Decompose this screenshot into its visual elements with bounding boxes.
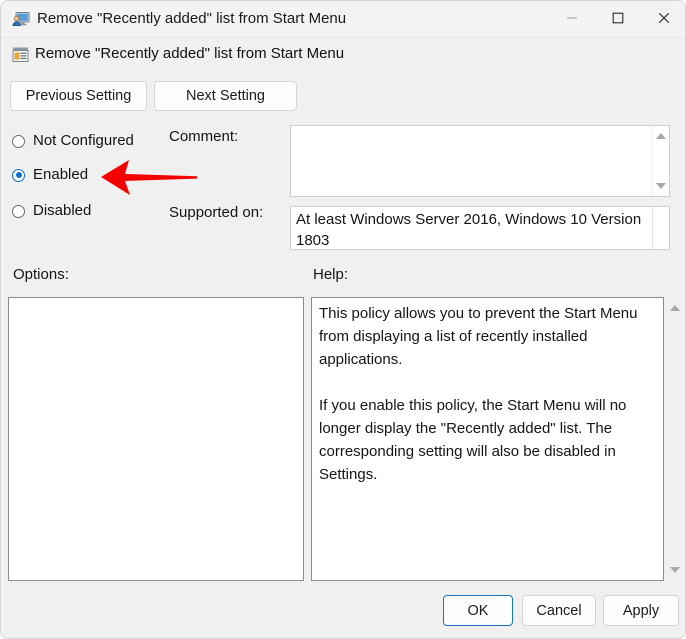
radio-mark-selected-icon <box>12 168 25 182</box>
supported-on-value: At least Windows Server 2016, Windows 10… <box>296 211 642 249</box>
radio-mark-icon <box>12 204 25 218</box>
window-title: Remove "Recently added" list from Start … <box>37 10 347 27</box>
radio-not-configured[interactable]: Not Configured <box>12 130 134 152</box>
supported-on-label: Supported on: <box>169 204 264 221</box>
previous-setting-button[interactable]: Previous Setting <box>10 81 147 111</box>
scroll-up-arrow-icon[interactable] <box>669 305 680 311</box>
scroll-up-arrow-icon[interactable] <box>655 133 666 139</box>
apply-button[interactable]: Apply <box>603 595 679 626</box>
comment-textarea[interactable] <box>290 125 670 197</box>
title-bar: Remove "Recently added" list from Start … <box>1 1 685 38</box>
radio-enabled[interactable]: Enabled <box>12 164 88 186</box>
supported-on-scrollbar[interactable] <box>652 207 669 249</box>
help-scrollbar[interactable] <box>666 297 683 581</box>
options-label: Options: <box>13 266 69 283</box>
radio-label-not-configured: Not Configured <box>33 132 134 149</box>
maximize-icon[interactable] <box>595 1 641 35</box>
supported-on-textbox: At least Windows Server 2016, Windows 10… <box>290 206 670 250</box>
radio-mark-icon <box>12 134 25 148</box>
next-setting-button[interactable]: Next Setting <box>154 81 297 111</box>
help-label: Help: <box>313 266 349 283</box>
help-text: This policy allows you to prevent the St… <box>319 305 638 483</box>
options-panel[interactable] <box>8 297 304 581</box>
group-policy-setting-dialog: Remove "Recently added" list from Start … <box>0 0 686 639</box>
radio-label-disabled: Disabled <box>33 202 92 219</box>
minimize-icon[interactable] <box>549 1 595 35</box>
policy-header: Remove "Recently added" list from Start … <box>1 37 685 73</box>
scroll-down-arrow-icon[interactable] <box>655 183 666 189</box>
scroll-down-arrow-icon[interactable] <box>669 567 680 573</box>
policy-title: Remove "Recently added" list from Start … <box>35 45 345 62</box>
group-policy-editor-icon <box>12 10 30 28</box>
comment-label: Comment: <box>169 128 239 145</box>
close-icon[interactable] <box>641 1 685 35</box>
comment-scrollbar[interactable] <box>651 126 669 196</box>
radio-label-enabled: Enabled <box>33 166 89 183</box>
red-arrow-annotation-icon <box>101 160 197 195</box>
ok-button[interactable]: OK <box>443 595 513 626</box>
policy-setting-icon <box>12 46 29 63</box>
radio-disabled[interactable]: Disabled <box>12 200 91 222</box>
help-panel: This policy allows you to prevent the St… <box>311 297 664 581</box>
cancel-button[interactable]: Cancel <box>522 595 596 626</box>
